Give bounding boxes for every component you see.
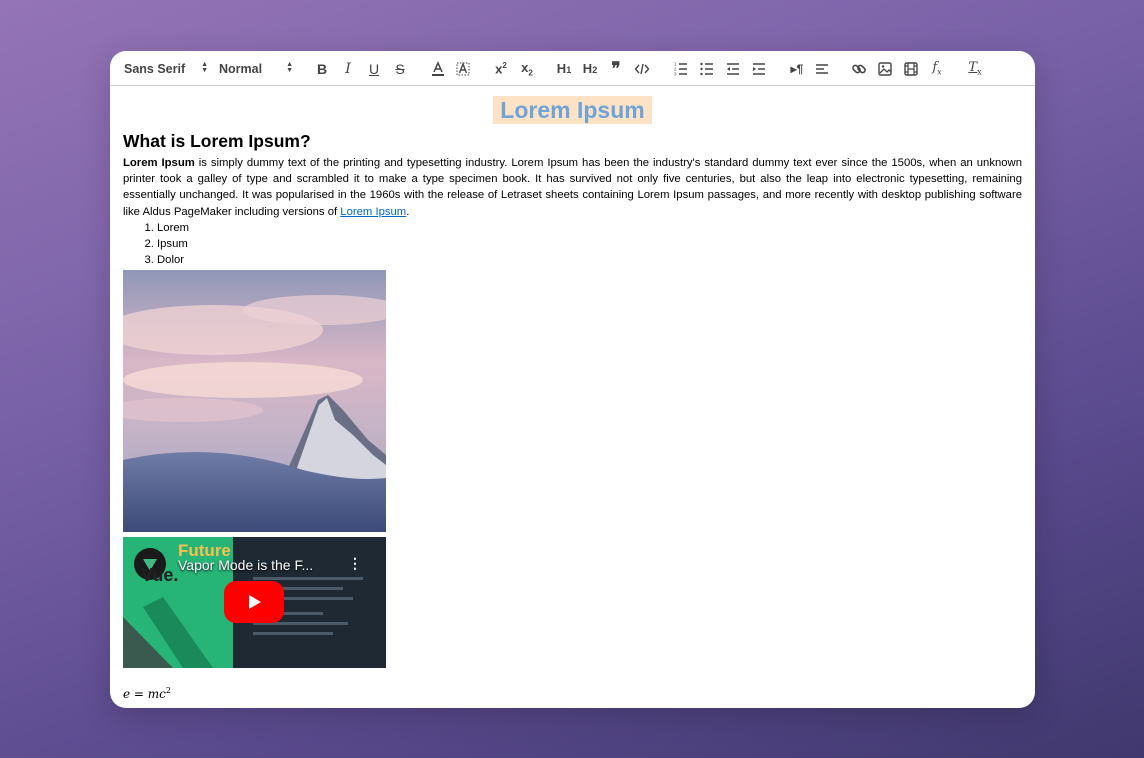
title-block: Lorem Ipsum [123, 96, 1022, 126]
list-item: Lorem [157, 220, 1022, 236]
formula-icon: fx [932, 60, 942, 77]
more-options-icon[interactable]: ⋮ [348, 555, 362, 572]
paragraph-text: is simply dummy text of the printing and… [123, 157, 1022, 218]
clear-format-icon: Tx [968, 60, 982, 77]
text-color-button[interactable] [427, 51, 449, 86]
bold-icon: B [316, 60, 328, 77]
play-icon [249, 594, 261, 609]
code-icon [634, 63, 650, 74]
underline-icon: U [368, 60, 380, 77]
formula-equals: = [130, 686, 148, 701]
embedded-video[interactable]: Future Vue. Vapor Mode is the F... ⋮ [123, 536, 386, 668]
underline-button[interactable]: U [363, 51, 385, 86]
strike-button[interactable]: S [389, 51, 411, 86]
toolbar: Sans Serif ▲ ▼ Normal ▲ ▼ B I U S x2 x2 H1… [110, 51, 1035, 86]
image-icon [878, 61, 892, 76]
section-heading: What is Lorem Ipsum? [123, 131, 311, 151]
superscript-button[interactable]: x2 [490, 51, 512, 86]
paragraph-end: . [406, 205, 410, 218]
align-button[interactable] [811, 51, 833, 86]
superscript-icon: x2 [495, 60, 507, 77]
bullet-list-button[interactable] [696, 51, 718, 86]
text-direction-icon: ▸¶ [790, 61, 804, 76]
indent-button[interactable] [748, 51, 770, 86]
strike-icon: S [395, 60, 405, 77]
picker-arrows-icon: ▲ ▼ [286, 61, 293, 74]
ordered-list-button[interactable]: 123 [670, 51, 692, 86]
size-picker-label: Normal [219, 61, 263, 76]
subscript-icon: x2 [521, 59, 533, 78]
code-block-button[interactable] [631, 51, 653, 86]
bullet-list-icon [700, 62, 713, 75]
font-picker[interactable]: Sans Serif ▲ ▼ [124, 51, 208, 86]
text-direction-button[interactable]: ▸¶ [786, 51, 808, 86]
header2-button[interactable]: H2 [579, 51, 601, 86]
align-left-icon [816, 63, 828, 74]
list-item: Dolor [157, 252, 1022, 268]
paragraph-bold-text: Lorem Ipsum [123, 157, 195, 169]
background-color-button[interactable] [452, 51, 474, 86]
mountain-image[interactable] [123, 269, 386, 532]
font-picker-label: Sans Serif [124, 61, 186, 76]
outdent-button[interactable] [722, 51, 744, 86]
outdent-icon [727, 62, 739, 75]
svg-text:3: 3 [674, 71, 677, 76]
link-icon [852, 64, 866, 73]
header1-button[interactable]: H1 [553, 51, 575, 86]
rich-text-editor: Sans Serif ▲ ▼ Normal ▲ ▼ B I U S x2 x2 H1… [110, 51, 1035, 708]
bold-button[interactable]: B [311, 51, 333, 86]
header1-icon: H1 [556, 61, 572, 76]
size-picker[interactable]: Normal ▲ ▼ [219, 51, 293, 86]
picker-arrows-icon: ▲ ▼ [201, 61, 208, 74]
indent-icon [753, 62, 765, 75]
formula-button[interactable]: fx [926, 51, 948, 86]
formula-exponent: 2 [165, 685, 171, 695]
video-title: Vapor Mode is the F... [178, 556, 314, 573]
quote-icon: ❞ [611, 58, 621, 79]
ordered-list: Lorem Ipsum Dolor [157, 220, 1022, 268]
blockquote-button[interactable]: ❞ [605, 51, 627, 86]
background-color-icon [456, 61, 470, 75]
formula-rhs: mc [147, 686, 166, 701]
mountain-photo [123, 269, 386, 532]
formula[interactable]: e = mc2 [123, 686, 1022, 701]
clear-format-button[interactable]: Tx [964, 51, 986, 86]
editor-content[interactable]: Lorem Ipsum What is Lorem Ipsum? Lorem I… [110, 86, 1035, 701]
video-button[interactable] [900, 51, 922, 86]
video-icon [904, 61, 918, 76]
header2-icon: H2 [582, 61, 598, 76]
text-color-icon [432, 60, 444, 76]
italic-icon: I [345, 60, 351, 77]
document-title: Lorem Ipsum [493, 96, 652, 124]
link-button[interactable] [848, 51, 870, 86]
image-button[interactable] [874, 51, 896, 86]
video-logo-text: Vue. [141, 564, 179, 585]
list-item: Ipsum [157, 236, 1022, 252]
body-paragraph: Lorem Ipsum is simply dummy text of the … [123, 155, 1022, 220]
play-button[interactable] [224, 580, 284, 623]
subscript-button[interactable]: x2 [516, 51, 538, 86]
paragraph-link[interactable]: Lorem Ipsum [340, 206, 406, 218]
italic-button[interactable]: I [337, 51, 359, 86]
ordered-list-icon: 123 [674, 61, 687, 76]
